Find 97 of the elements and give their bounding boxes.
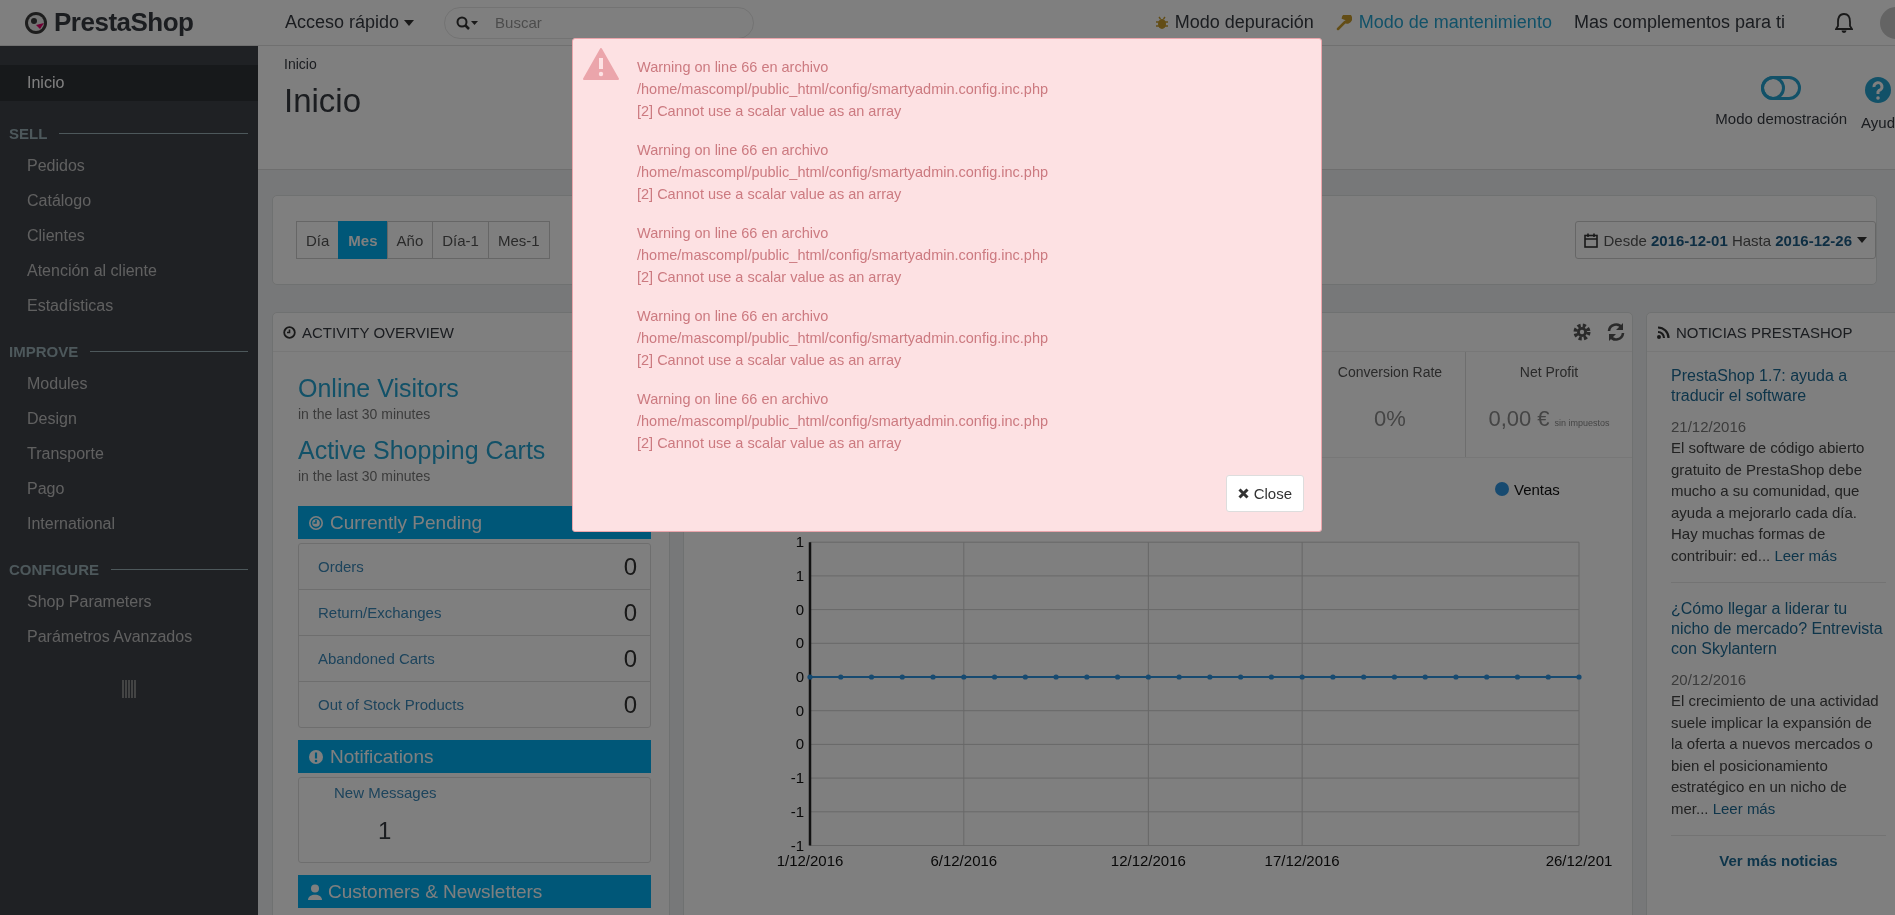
period-button[interactable]: Día-1: [432, 221, 489, 259]
news-date: 20/12/2016: [1671, 671, 1748, 688]
sidebar-item[interactable]: Estadísticas: [0, 288, 258, 323]
news-title-link[interactable]: ¿Cómo llegar a liderar tu nicho de mercado? Entrevista con Skylantern: [1671, 599, 1886, 659]
pending-link[interactable]: Orders: [318, 558, 364, 575]
period-button[interactable]: Día: [296, 221, 340, 259]
toggle-icon: [1761, 76, 1802, 100]
y-tick-label: 1: [795, 566, 804, 584]
sidebar-item[interactable]: Shop Parameters: [0, 584, 258, 619]
logo-text[interactable]: PrestaShop: [54, 7, 194, 38]
stat-value: 0,00 €: [1488, 406, 1550, 432]
y-tick-label: -1: [790, 836, 804, 854]
alert-icon: [308, 748, 324, 765]
stat-label: Net Profit: [1519, 364, 1579, 380]
calendar-icon: [1584, 232, 1599, 248]
sidebar-item[interactable]: Pedidos: [0, 148, 258, 183]
period-button[interactable]: Mes: [338, 221, 388, 259]
pending-count: 0: [623, 598, 637, 627]
date-range-button[interactable]: Desde 2016-12-01 Hasta 2016-12-26: [1575, 221, 1876, 259]
warning-message: Warning on line 66 en archivo /home/mascompl/public_html/config/smartyadmin.config.inc.php [2] Cannot use a scalar value as an array: [637, 307, 1049, 370]
sidebar-item[interactable]: International: [0, 506, 258, 541]
warning-message: Warning on line 66 en archivo /home/mascompl/public_html/config/smartyadmin.config.inc.php [2] Cannot use a scalar value as an array: [637, 141, 1049, 204]
section-title: Customers & Newsletters: [328, 880, 543, 903]
y-tick-label: -1: [790, 802, 804, 820]
toolbar-button[interactable]: Ayud: [1861, 76, 1895, 131]
news-date: 21/12/2016: [1671, 418, 1748, 435]
addons-link[interactable]: Mas complementos para ti: [1573, 12, 1785, 33]
clock-icon: [308, 514, 324, 531]
metric-note: in the last 30 minutes: [298, 468, 432, 484]
page-title: Inicio: [284, 82, 362, 120]
more-news-link[interactable]: Ver más noticias: [1719, 852, 1838, 869]
sidebar-item[interactable]: Inicio: [0, 65, 258, 101]
warning-message: Warning on line 66 en archivo /home/mascompl/public_html/config/smartyadmin.config.inc.php [2] Cannot use a scalar value as an array: [637, 390, 1049, 453]
panel-title: ACTIVITY OVERVIEW: [302, 323, 454, 341]
y-tick-label: 0: [795, 634, 804, 652]
period-button[interactable]: Año: [386, 221, 434, 259]
x-tick-label: 17/12/2016: [1264, 851, 1340, 869]
legend-label: Ventas: [1514, 481, 1560, 498]
period-button[interactable]: Mes-1: [487, 221, 550, 259]
pending-link[interactable]: Out of Stock Products: [318, 696, 464, 713]
sidebar-item[interactable]: Clientes: [0, 218, 258, 253]
y-tick-label: 0: [795, 600, 804, 618]
settings-icon[interactable]: [1572, 322, 1592, 342]
notification-tab[interactable]: New Messages: [334, 784, 650, 801]
bell-icon[interactable]: [1835, 12, 1853, 33]
maintenance-mode-link[interactable]: Modo de mantenimiento: [1358, 12, 1552, 33]
y-tick-label: -1: [790, 769, 804, 787]
y-tick-label: 0: [795, 701, 804, 719]
sidebar-item[interactable]: Modules: [0, 366, 258, 401]
y-tick-label: 0: [795, 668, 804, 685]
pending-count: 0: [623, 690, 637, 719]
sidebar-item[interactable]: Design: [0, 401, 258, 436]
section-title: Notifications: [330, 745, 434, 768]
wrench-icon: [1335, 14, 1352, 31]
y-tick-label: 1: [795, 533, 804, 551]
x-tick-label: 26/12/201: [1545, 851, 1613, 869]
stat-value: 0%: [1374, 406, 1406, 432]
section-title: Currently Pending: [330, 511, 483, 534]
sidebar-item[interactable]: Atención al cliente: [0, 253, 258, 288]
close-icon: [1237, 488, 1249, 499]
debug-mode-link[interactable]: Modo depuración: [1174, 12, 1314, 33]
stat-label: Conversion Rate: [1337, 364, 1443, 380]
read-more-link[interactable]: Leer más: [1774, 546, 1837, 564]
sidebar-item[interactable]: Pago: [0, 471, 258, 506]
x-tick-label: 6/12/2016: [930, 851, 998, 869]
y-tick-label: 0: [795, 735, 804, 753]
warning-icon: [583, 48, 619, 80]
bug-icon: [1155, 15, 1168, 30]
caret-icon: [1857, 237, 1867, 243]
sidebar-item[interactable]: Parámetros Avanzados: [0, 619, 258, 654]
pending-link[interactable]: Return/Exchanges: [318, 604, 442, 621]
warning-message: Warning on line 66 en archivo /home/mascompl/public_html/config/smartyadmin.config.inc.php [2] Cannot use a scalar value as an array: [637, 58, 1049, 121]
news-excerpt: El crecimiento de una actividad suele implicar la expansión de la oferta a nuevos mercados o bien el posicionamiento estratégico en un nicho de mer... Leer más: [1671, 691, 1880, 819]
news-title-link[interactable]: PrestaShop 1.7: ayuda a traducir el software: [1671, 366, 1886, 406]
pending-count: 0: [623, 644, 637, 673]
news-excerpt: El software de código abierto gratuito de PrestaShop debe mucho a su comunidad, que ayuda a mejorarlo cada día. Hay muchas formas de contribuir: ed... Leer más: [1671, 438, 1866, 566]
panel-title: NOTICIAS PRESTASHOP: [1676, 323, 1853, 341]
pending-count: 0: [623, 552, 637, 581]
logo-icon: [24, 10, 48, 35]
quick-access-menu[interactable]: Acceso rápido: [285, 12, 415, 33]
message-count: 1: [378, 817, 393, 845]
x-tick-label: 12/12/2016: [1110, 851, 1186, 869]
sidebar-item[interactable]: Transporte: [0, 436, 258, 471]
rss-icon: [1657, 325, 1670, 339]
user-icon: [308, 883, 322, 900]
caret-icon: [404, 19, 415, 26]
refresh-icon[interactable]: [1606, 322, 1626, 342]
pending-link[interactable]: Abandoned Carts: [318, 650, 435, 667]
read-more-link[interactable]: Leer más: [1712, 799, 1776, 817]
x-tick-label: 1/12/2016: [776, 851, 844, 869]
sidebar-item[interactable]: Catálogo: [0, 183, 258, 218]
warning-message: Warning on line 66 en archivo /home/mascompl/public_html/config/smartyadmin.config.inc.php [2] Cannot use a scalar value as an array: [637, 224, 1049, 287]
toolbar-button[interactable]: Modo demostración: [1715, 76, 1848, 127]
close-button[interactable]: Close: [1225, 475, 1304, 512]
clock-icon: [283, 325, 296, 339]
search-icon[interactable]: [456, 15, 479, 30]
breadcrumb[interactable]: Inicio: [284, 56, 362, 72]
